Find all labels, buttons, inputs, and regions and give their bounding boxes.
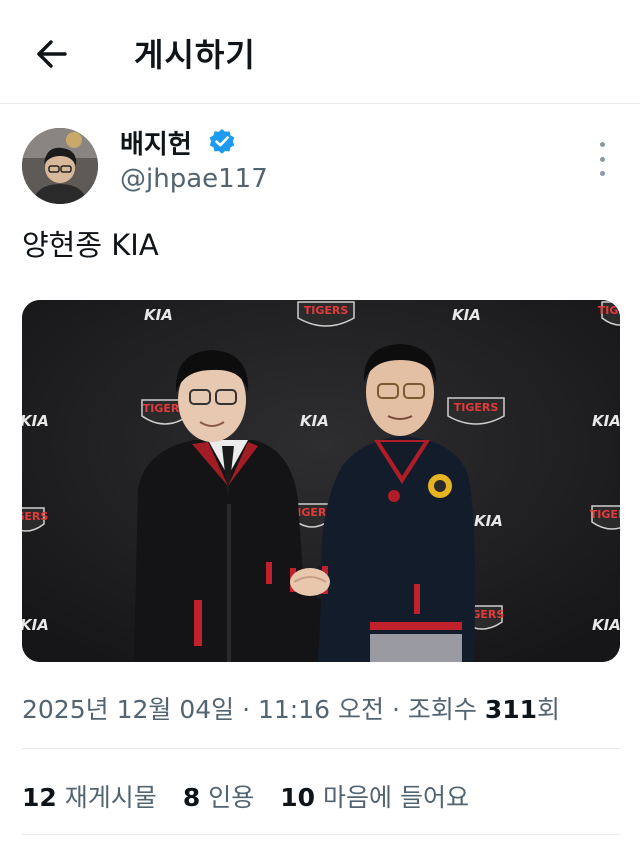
author-handle[interactable]: @jhpae117: [120, 164, 268, 194]
avatar[interactable]: [22, 128, 98, 204]
svg-text:KIA: KIA: [300, 412, 329, 430]
divider: [22, 834, 620, 835]
quotes-count: 8: [182, 783, 201, 812]
top-bar: 게시하기: [0, 0, 640, 104]
backdrop-tigers-logo: TIGERS: [304, 304, 349, 317]
post-author: 배지헌 @jhpae117: [22, 124, 622, 204]
svg-text:KIA: KIA: [474, 512, 503, 530]
likes-stat[interactable]: 10 마음에 들어요: [280, 778, 469, 814]
svg-text:TIGERS: TIGERS: [598, 304, 620, 317]
svg-text:TIGERS: TIGERS: [590, 508, 620, 521]
svg-text:TIGERS: TIGERS: [22, 510, 48, 523]
post-text: 양현종 KIA: [22, 228, 159, 262]
reposts-count: 12: [22, 783, 57, 812]
svg-text:KIA: KIA: [452, 306, 481, 324]
svg-text:KIA: KIA: [22, 412, 49, 430]
post-meta: 2025년 12월 04일 · 11:16 오전 · 조회수 311회: [22, 695, 561, 724]
post-time: 11:16 오전: [258, 695, 384, 724]
verified-badge-icon: [209, 129, 235, 154]
svg-text:KIA: KIA: [22, 616, 49, 634]
backdrop-kia-logo: KIA: [144, 306, 173, 324]
post-date: 2025년 12월 04일: [22, 695, 235, 724]
svg-text:KIA: KIA: [592, 616, 620, 634]
views-label: 조회수: [407, 695, 477, 724]
more-vertical-icon: [599, 142, 605, 147]
views-count: 311: [484, 695, 538, 724]
reposts-stat[interactable]: 12 재게시물: [22, 778, 157, 814]
divider: [22, 748, 620, 749]
post-image[interactable]: KIA KIA KIA KIA KIA KIA KIA KIA KIA TIGE…: [22, 300, 620, 662]
likes-count: 10: [280, 783, 316, 812]
svg-text:KIA: KIA: [592, 412, 620, 430]
more-options-button[interactable]: [594, 142, 610, 176]
svg-text:TIGERS: TIGERS: [454, 401, 499, 414]
quotes-stat[interactable]: 8 인용: [183, 778, 254, 814]
back-button[interactable]: [28, 34, 76, 74]
post-stats: 12 재게시물 8 인용 10 마음에 들어요: [22, 778, 469, 814]
arrow-left-icon: [37, 40, 67, 68]
display-name[interactable]: 배지헌: [120, 124, 192, 161]
page-title: 게시하기: [134, 36, 256, 74]
